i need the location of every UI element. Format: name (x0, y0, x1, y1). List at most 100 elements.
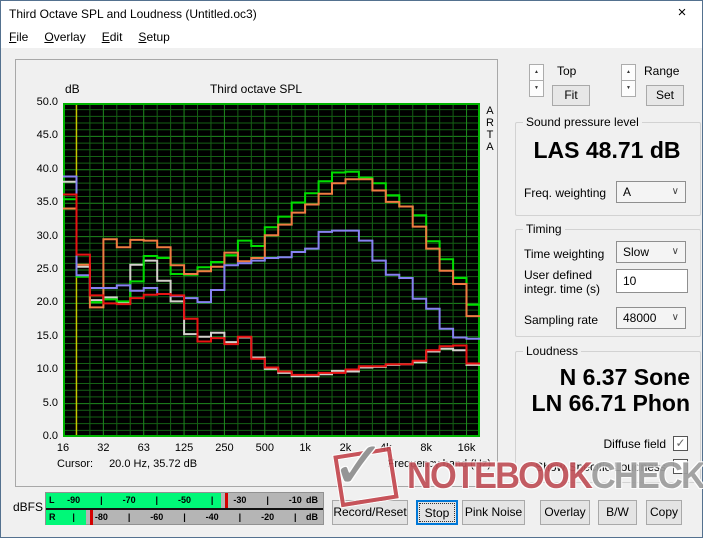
range-spin-up-icon[interactable]: ▲ (621, 64, 636, 81)
spl-plot-canvas[interactable] (63, 103, 480, 437)
sampling-rate-value: 48000 (623, 311, 657, 325)
spl-groupbox: Sound pressure level LAS 48.71 dB Freq. … (515, 115, 701, 216)
meter-scale-label: -80 (94, 512, 108, 522)
timing-group-legend: Timing (523, 222, 565, 236)
set-button[interactable]: Set (646, 85, 684, 106)
meter-peak-indicator (225, 493, 229, 508)
bw-button[interactable]: B/W (598, 500, 637, 525)
spl-group-legend: Sound pressure level (523, 115, 642, 129)
meter-tick: | (155, 495, 159, 505)
meter-scale-label: -40 (205, 512, 219, 522)
meter-scale-label: -30 (233, 495, 247, 505)
close-button[interactable]: × (662, 1, 702, 27)
sampling-rate-select[interactable]: 48000 ∨ (616, 307, 686, 329)
integr-time-label-line1: User defined (524, 268, 593, 282)
cursor-value: 20.0 Hz, 35.72 dB (109, 458, 198, 470)
timing-groupbox: Timing Time weighting Slow ∨ User define… (515, 222, 701, 337)
meter-channel-label: L (49, 495, 55, 505)
meter-tick: | (183, 512, 186, 522)
time-weighting-label: Time weighting (524, 247, 605, 261)
freq-weighting-label: Freq. weighting (524, 186, 607, 200)
y-tick-label: 15.0 (36, 329, 58, 342)
chevron-down-icon: ∨ (671, 246, 679, 257)
x-tick-label: 8k (420, 442, 432, 454)
menu-item-setup[interactable]: Setup (130, 27, 177, 48)
chart-title: Third octave SPL (209, 82, 303, 96)
chart-panel: dB Third octave SPL ARTA 50.0 45.0 40.0 35.… (15, 59, 498, 487)
meter-divider (46, 508, 323, 510)
meter-tick: | (238, 512, 242, 522)
freq-weighting-select[interactable]: A ∨ (616, 181, 686, 203)
chevron-down-icon: ∨ (671, 312, 679, 323)
meter-scale-label: -20 (261, 512, 275, 522)
y-axis-unit-label: dB (65, 82, 80, 96)
meter-tick: | (72, 512, 75, 522)
meter-tick: | (100, 495, 103, 505)
x-tick-label: 16 (56, 442, 70, 454)
y-tick-label: 50.0 (36, 96, 58, 108)
x-tick-label: 16k (457, 442, 476, 454)
menu-bar: File Overlay Edit Setup (1, 27, 702, 48)
time-weighting-select[interactable]: Slow ∨ (616, 241, 686, 263)
range-spinner[interactable]: ▲ ▼ (621, 64, 636, 98)
overlay-button[interactable]: Overlay (540, 500, 590, 525)
record-reset-button[interactable]: Record/Reset (332, 500, 408, 525)
meter-row-l: L -90 -70 -50 -30 -10 | | | | dB (46, 493, 323, 508)
diffuse-field-label: Diffuse field (603, 437, 666, 451)
dbfs-label: dBFS (13, 500, 44, 514)
top-label: Top (557, 64, 577, 78)
meter-peak-indicator (89, 510, 93, 525)
x-tick-label: 2k (339, 442, 352, 454)
meter-scale-label: -60 (150, 512, 164, 522)
meter-unit-label: dB (306, 495, 318, 505)
pink-noise-button[interactable]: Pink Noise (462, 500, 525, 525)
meter-scale-label: -10 (288, 495, 302, 505)
spl-value: LAS 48.71 dB (533, 137, 681, 163)
x-tick-label: 125 (174, 442, 194, 454)
meter-unit-label: dB (306, 512, 318, 522)
range-spin-down-icon[interactable]: ▼ (621, 80, 636, 97)
diffuse-field-checkbox[interactable]: ✓ (673, 436, 688, 451)
x-tick-label: 63 (137, 442, 150, 454)
meter-tick: | (127, 512, 131, 522)
spl-plot[interactable] (63, 103, 480, 437)
y-tick-label: 40.0 (36, 162, 58, 175)
meter-channel-label: R (49, 512, 56, 522)
meter-tick: | (210, 495, 214, 505)
x-tick-label: 32 (97, 442, 110, 454)
y-tick-label: 25.0 (36, 263, 58, 275)
y-tick-label: 0.0 (42, 430, 58, 442)
show-specific-loudness-checkbox[interactable] (673, 459, 688, 474)
time-weighting-value: Slow (623, 245, 650, 259)
y-tick-label: 35.0 (36, 196, 58, 209)
copy-button[interactable]: Copy (646, 500, 682, 525)
stop-button[interactable]: Stop (416, 500, 458, 525)
chevron-down-icon: ∨ (671, 186, 679, 197)
integr-time-input[interactable]: 10 (616, 269, 688, 293)
x-tick-label: 500 (255, 442, 274, 454)
meter-scale-label: -90 (67, 495, 81, 505)
loudness-phon-value: LN 66.71 Phon (531, 390, 690, 416)
top-spinner[interactable]: ▲ ▼ (529, 64, 544, 98)
meter-scale-label: -50 (177, 495, 192, 505)
loudness-sone-value: N 6.37 Sone (559, 364, 690, 390)
y-tick-label: 20.0 (36, 296, 58, 309)
meter-tick: | (294, 512, 297, 522)
y-tick-label: 45.0 (36, 129, 58, 142)
x-tick-label: 250 (215, 442, 234, 454)
window-title: Third Octave SPL and Loudness (Untitled.… (9, 7, 257, 21)
menu-item-edit[interactable]: Edit (94, 27, 131, 48)
menu-item-overlay[interactable]: Overlay (36, 27, 93, 48)
top-spin-up-icon[interactable]: ▲ (529, 64, 544, 81)
arta-logo-label: ARTA (486, 105, 494, 153)
x-tick-label: 4k (380, 442, 392, 454)
meter-tick: | (266, 495, 269, 505)
cursor-label: Cursor: (57, 458, 94, 470)
cursor-readout: Cursor: 20.0 Hz, 35.72 dB (57, 458, 197, 470)
x-axis-title: Frequency band (Hz) (387, 458, 491, 470)
show-specific-loudness-label: Show Specific Loudness (535, 460, 666, 474)
fit-button[interactable]: Fit (552, 85, 590, 106)
loudness-group-legend: Loudness (523, 344, 582, 358)
top-spin-down-icon[interactable]: ▼ (529, 80, 544, 97)
menu-item-file[interactable]: File (1, 27, 36, 48)
